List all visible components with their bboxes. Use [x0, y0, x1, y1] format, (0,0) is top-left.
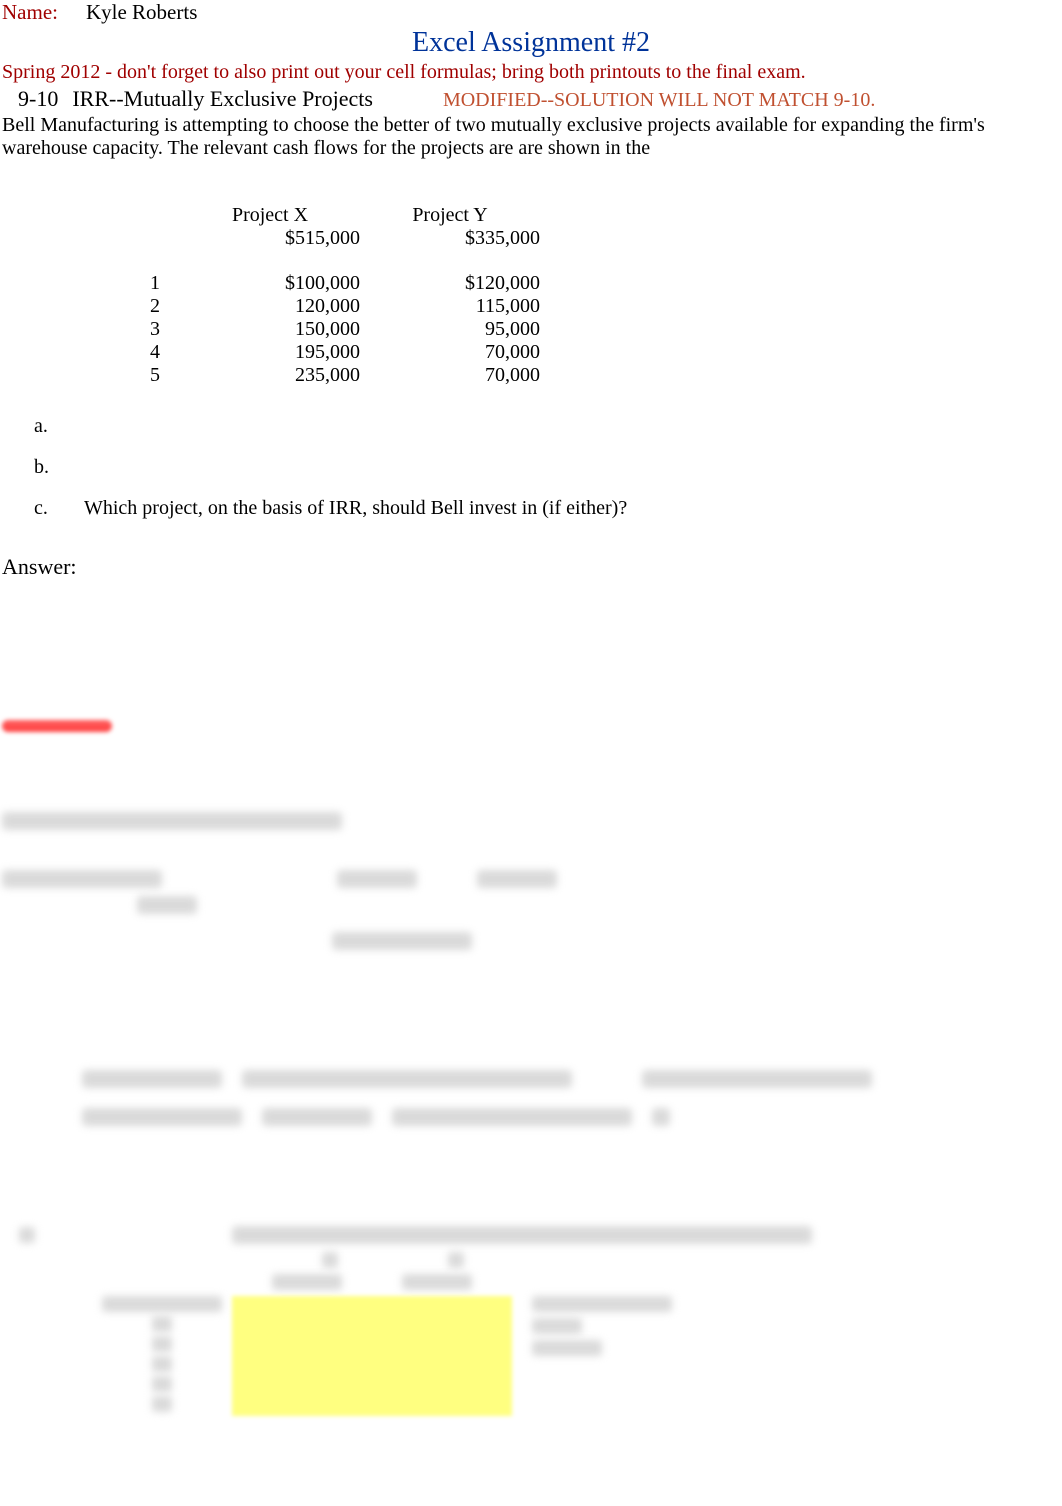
table-header-row: Project X Project Y: [130, 204, 540, 227]
initial-investment-row: $515,000 $335,000: [130, 227, 540, 250]
blurred-text: [82, 1108, 242, 1126]
question-c: c. Which project, on the basis of IRR, s…: [34, 497, 1062, 520]
project-y-header: Project Y: [360, 204, 540, 227]
q-letter: a.: [34, 415, 84, 438]
modified-note: MODIFIED--SOLUTION WILL NOT MATCH 9-10.: [443, 89, 875, 112]
name-label: Name:: [2, 0, 58, 25]
blurred-text: [272, 1274, 342, 1290]
question-b: b.: [34, 456, 1062, 479]
blurred-text: [532, 1318, 582, 1334]
blurred-text: [152, 1396, 172, 1412]
blurred-text: [152, 1376, 172, 1392]
blurred-text: [2, 1227, 52, 1243]
problem-title: IRR--Mutually Exclusive Projects: [72, 86, 373, 112]
blurred-text: [532, 1340, 602, 1356]
year-cell: 5: [130, 364, 180, 387]
assignment-title: Excel Assignment #2: [0, 27, 1062, 59]
y-cell: 95,000: [360, 318, 540, 341]
table-row: 1 $100,000 $120,000: [130, 272, 540, 295]
blurred-text: [2, 812, 342, 830]
blurred-text: [532, 1296, 672, 1312]
blurred-text: [2, 870, 162, 888]
y-cell: 70,000: [360, 341, 540, 364]
table-row: 2 120,000 115,000: [130, 295, 540, 318]
blurred-text: [402, 1274, 472, 1290]
x-cell: 195,000: [180, 341, 360, 364]
questions-block: a. b. c. Which project, on the basis of …: [0, 415, 1062, 520]
blurred-text: [102, 1296, 222, 1312]
blurred-text: [152, 1316, 172, 1332]
x-cell: 120,000: [180, 295, 360, 318]
year-cell: 4: [130, 341, 180, 364]
answer-label: Answer:: [0, 554, 1062, 580]
name-value: Kyle Roberts: [86, 0, 197, 25]
q-text: [84, 415, 1062, 438]
blurred-text: [232, 1226, 812, 1244]
blurred-text: [82, 1070, 222, 1088]
blurred-text: [322, 1252, 338, 1268]
x-cell: 150,000: [180, 318, 360, 341]
redacted-bar: [2, 720, 112, 732]
blurred-text: [652, 1108, 670, 1126]
q-text: [84, 456, 1062, 479]
x-cell: $100,000: [180, 272, 360, 295]
highlighted-cells: [232, 1296, 512, 1416]
y-cell: $120,000: [360, 272, 540, 295]
blurred-text: [152, 1356, 172, 1372]
blurred-text: [392, 1108, 632, 1126]
blurred-text: [262, 1108, 372, 1126]
initial-y: $335,000: [360, 227, 540, 250]
x-cell: 235,000: [180, 364, 360, 387]
project-x-header: Project X: [180, 204, 360, 227]
q-text: Which project, on the basis of IRR, shou…: [84, 497, 1062, 520]
initial-x: $515,000: [180, 227, 360, 250]
y-cell: 115,000: [360, 295, 540, 318]
blurred-solution-table: [102, 1252, 1060, 1416]
blurred-text: [152, 1336, 172, 1352]
year-cell: 1: [130, 272, 180, 295]
cashflow-table: Project X Project Y $515,000 $335,000 1 …: [130, 204, 540, 387]
year-cell: 3: [130, 318, 180, 341]
q-letter: c.: [34, 497, 84, 520]
y-cell: 70,000: [360, 364, 540, 387]
problem-number: 9-10: [18, 86, 58, 112]
table-row: 4 195,000 70,000: [130, 341, 540, 364]
blurred-text: [477, 870, 557, 888]
blurred-text: [337, 870, 417, 888]
blurred-text: [137, 896, 197, 914]
blurred-text: [642, 1070, 872, 1088]
table-row: 5 235,000 70,000: [130, 364, 540, 387]
q-letter: b.: [34, 456, 84, 479]
year-cell: 2: [130, 295, 180, 318]
blurred-text: [242, 1070, 572, 1088]
blurred-text: [448, 1252, 464, 1268]
question-a: a.: [34, 415, 1062, 438]
problem-description: Bell Manufacturing is attempting to choo…: [0, 114, 1062, 160]
blurred-text: [332, 932, 472, 950]
table-row: 3 150,000 95,000: [130, 318, 540, 341]
term-note: Spring 2012 - don't forget to also print…: [0, 61, 1062, 84]
redacted-content: [0, 720, 1062, 1416]
